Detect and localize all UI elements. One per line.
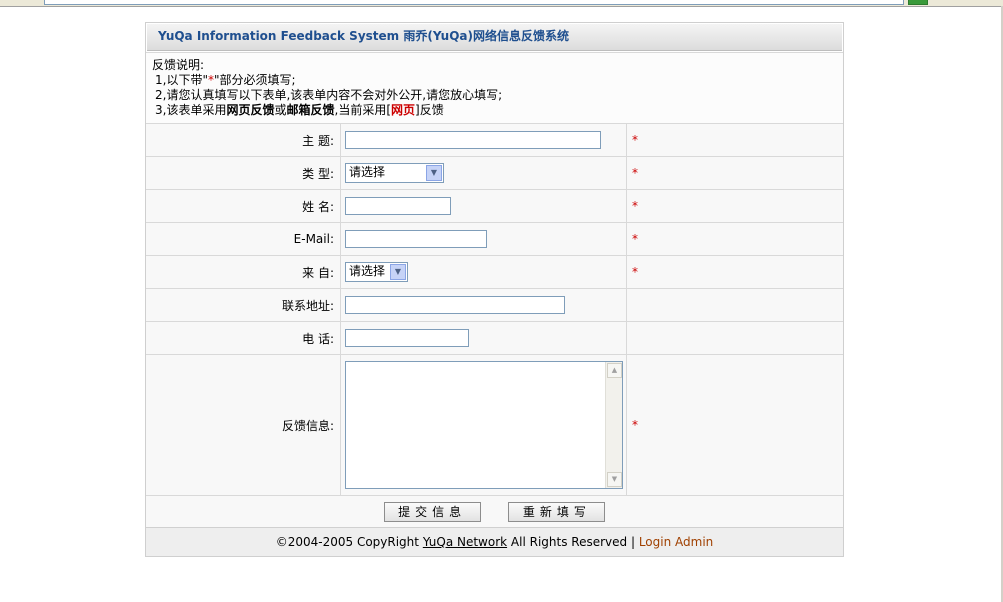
empty-cell [626,288,843,322]
name-label: 姓 名: [146,189,341,223]
address-bar[interactable] [44,0,904,5]
name-cell [340,189,627,223]
phone-cell [340,321,627,355]
notes-line-1: 1,以下带"*"部分必须填写; [152,73,837,88]
form-row-email: E-Mail: * [146,222,843,256]
notes-line-2: 2,请您认真填写以下表单,该表单内容不会对外公开,请您放心填写; [155,88,503,102]
rights-text: All Rights Reserved | [510,535,635,549]
required-mark: * [626,354,843,496]
subject-input[interactable] [345,131,601,149]
chevron-down-icon[interactable]: ▼ [426,165,442,181]
current-mode-label: 网页 [391,103,416,117]
form-row-from: 来 自: 请选择 ▼ * [146,255,843,289]
empty-cell [626,321,843,355]
notes-text: 1,以下带" [155,73,208,87]
web-feedback-label: 网页反馈 [226,103,275,117]
notes-text: 或 [274,103,287,117]
footer: ©2004-2005 CopyRight YuQa Network All Ri… [146,527,843,556]
feedback-notes: 反馈说明: 1,以下带"*"部分必须填写; 2,请您认真填写以下表单,该表单内容… [146,52,843,123]
form-row-type: 类 型: 请选择 ▼ * [146,156,843,190]
scroll-down-icon[interactable]: ▼ [607,472,622,487]
required-mark: * [626,123,843,157]
go-icon[interactable] [908,0,928,5]
buttons-cell: 提交信息 重新填写 [146,495,843,527]
feedback-form: 主 题: * 类 型: 请选择 ▼ * 姓 名: * E-Mail: * 来 自:… [146,123,843,527]
email-label: E-Mail: [146,222,341,256]
submit-button[interactable]: 提交信息 [383,501,481,522]
chevron-down-icon[interactable]: ▼ [390,264,406,280]
notes-text: 3,该表单采用 [155,103,227,117]
address-input[interactable] [345,296,565,314]
phone-input[interactable] [345,329,469,347]
required-mark: * [626,189,843,223]
name-input[interactable] [345,197,451,215]
type-label: 类 型: [146,156,341,190]
email-cell [340,222,627,256]
form-row-name: 姓 名: * [146,189,843,223]
browser-toolbar [0,0,1003,7]
login-admin-link[interactable]: Login Admin [639,535,713,549]
form-row-message: 反馈信息: ▲ ▼ * [146,354,843,496]
address-label: 联系地址: [146,288,341,322]
message-textarea[interactable]: ▲ ▼ [345,361,623,489]
type-select[interactable]: 请选择 ▼ [345,163,444,183]
type-selected-value: 请选择 [349,165,386,179]
from-label: 来 自: [146,255,341,289]
textarea-scrollbar[interactable]: ▲ ▼ [605,362,622,488]
required-mark: * [626,222,843,256]
notes-text: "部分必须填写; [213,73,296,87]
from-selected-value: 请选择 [349,264,386,278]
type-cell: 请选择 ▼ [340,156,627,190]
notes-heading: 反馈说明: [152,58,205,72]
form-row-address: 联系地址: [146,288,843,322]
message-cell: ▲ ▼ [340,354,627,496]
from-cell: 请选择 ▼ [340,255,627,289]
required-mark: * [626,255,843,289]
notes-line-3: 3,该表单采用网页反馈或邮箱反馈,当前采用[网页]反馈 [152,103,837,118]
yuqa-network-link[interactable]: YuQa Network [423,535,507,549]
email-input[interactable] [345,230,487,248]
reset-button[interactable]: 重新填写 [508,501,606,522]
subject-label: 主 题: [146,123,341,157]
notes-text: ]反馈 [415,103,444,117]
mail-feedback-label: 邮箱反馈 [286,103,335,117]
form-row-buttons: 提交信息 重新填写 [146,495,843,527]
message-label: 反馈信息: [146,354,341,496]
from-select[interactable]: 请选择 ▼ [345,262,408,282]
notes-text: ,当前采用[ [334,103,392,117]
copyright-text: ©2004-2005 CopyRight [275,535,419,549]
scroll-up-icon[interactable]: ▲ [607,363,622,378]
form-row-subject: 主 题: * [146,123,843,157]
form-row-phone: 电 话: [146,321,843,355]
subject-cell [340,123,627,157]
page-title: YuQa Information Feedback System 雨乔(YuQa… [147,24,842,51]
feedback-panel: YuQa Information Feedback System 雨乔(YuQa… [145,22,844,557]
required-mark: * [626,156,843,190]
address-cell [340,288,627,322]
phone-label: 电 话: [146,321,341,355]
